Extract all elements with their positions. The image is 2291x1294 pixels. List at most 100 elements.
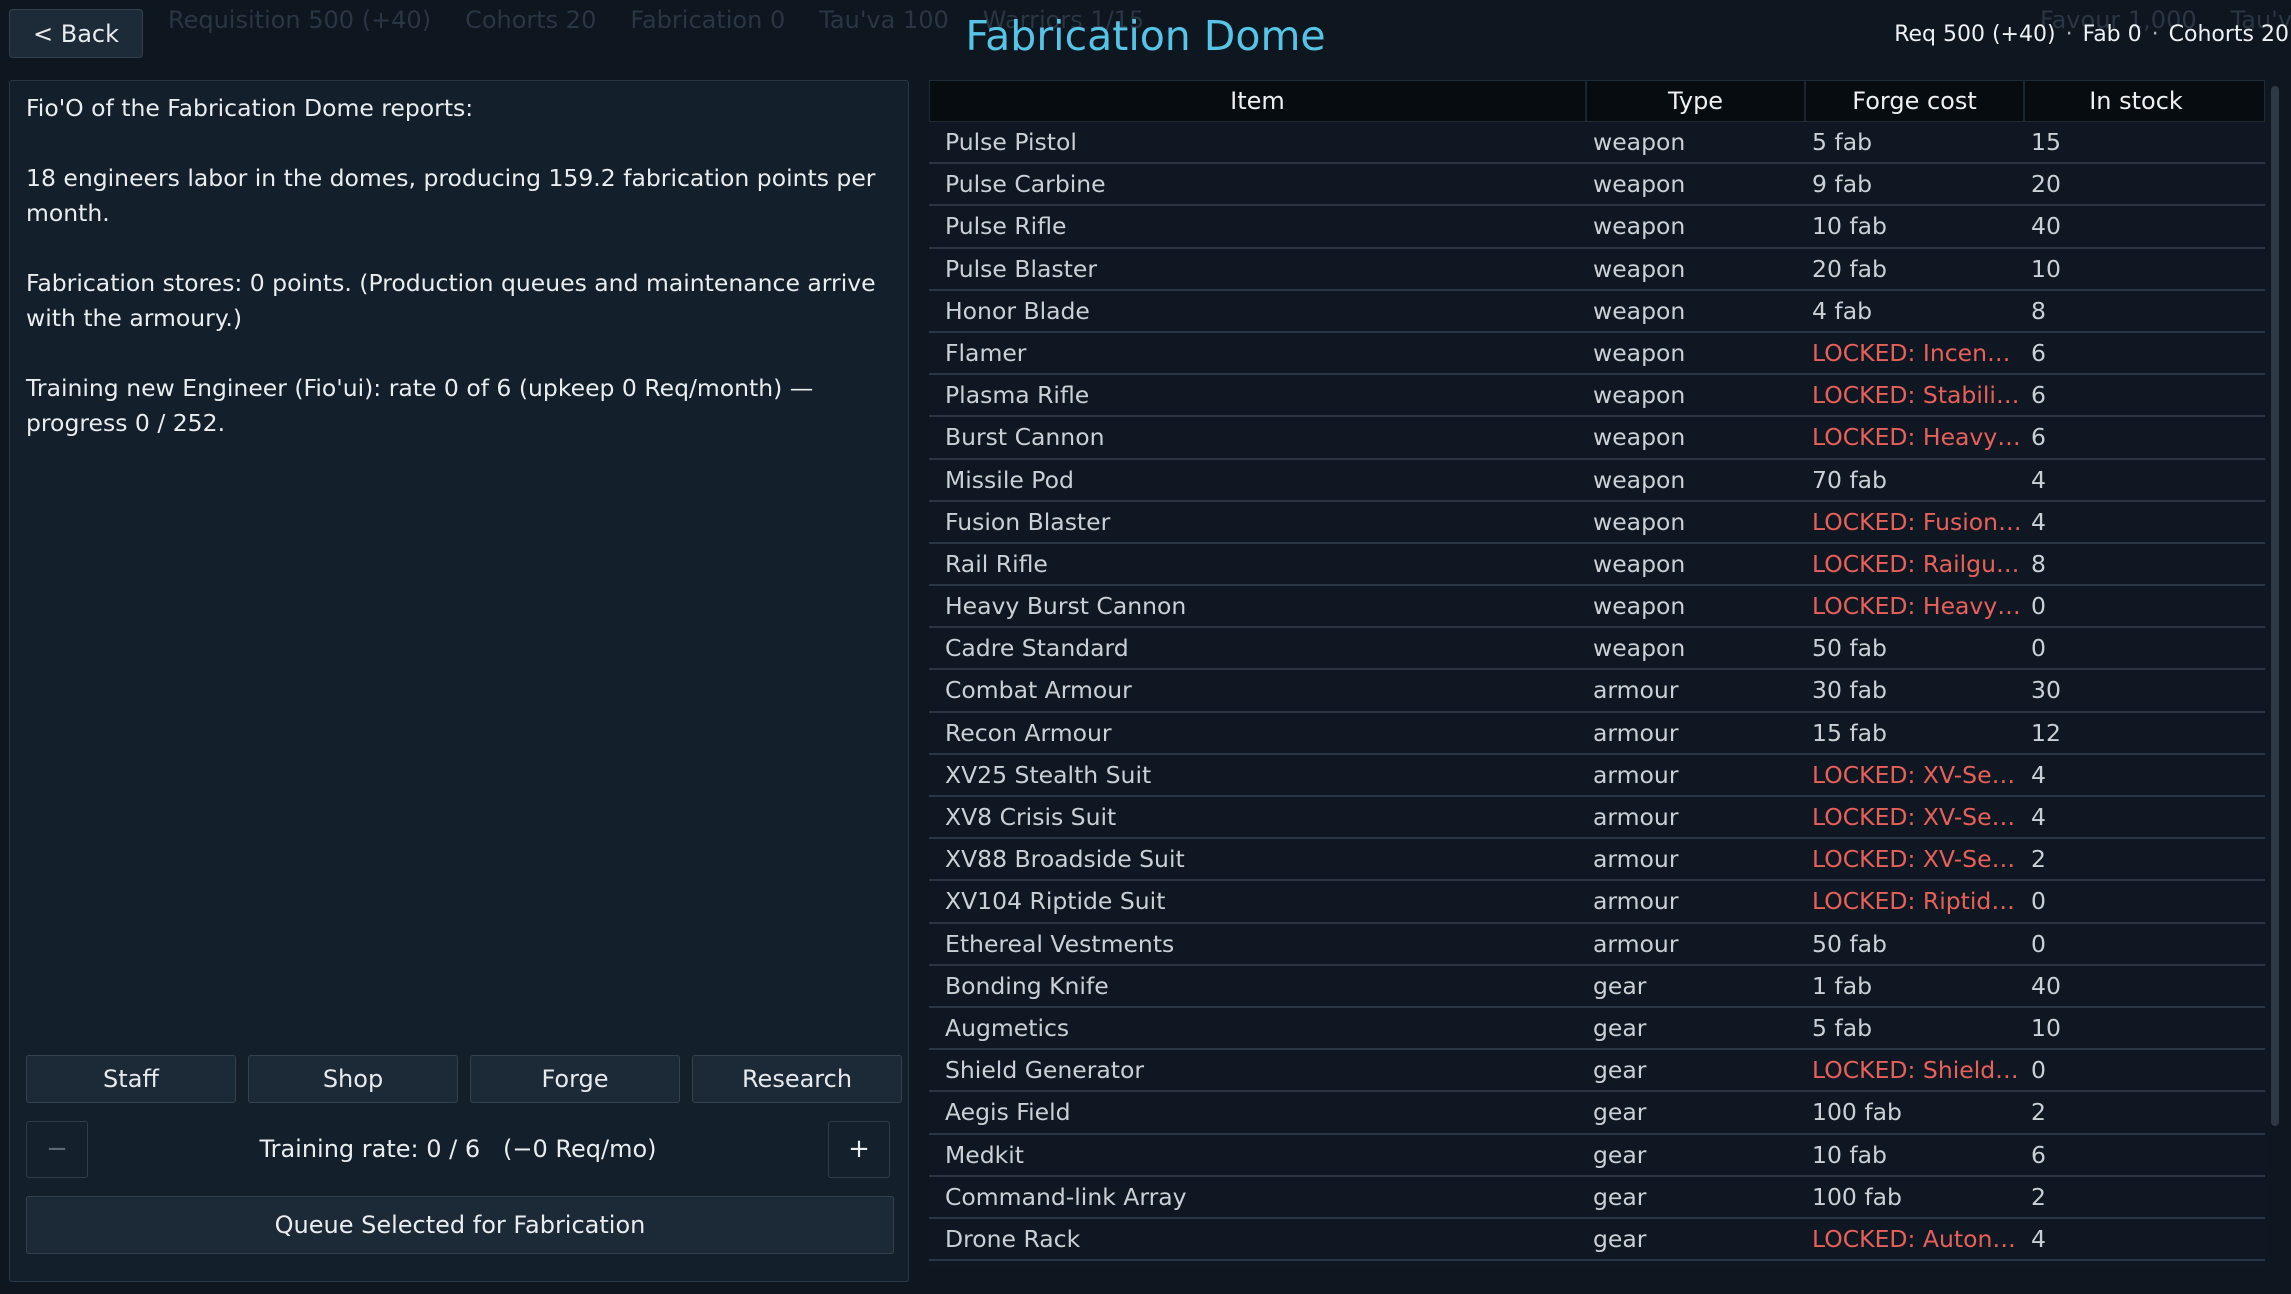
table-row[interactable]: Fusion Blaster weapon LOCKED: Fusion C... 4 bbox=[929, 502, 2265, 544]
in-stock-cell: 4 bbox=[2031, 760, 2046, 789]
forge-cost-cell: LOCKED: XV-Series... bbox=[1812, 803, 2024, 831]
forge-cost-cell: 5 fab bbox=[1812, 1013, 1873, 1042]
table-row[interactable]: Burst Cannon weapon LOCKED: Heavy H... 6 bbox=[929, 417, 2265, 460]
forge-cost-cell: 50 fab bbox=[1812, 634, 1887, 663]
decrease-rate-button[interactable]: − bbox=[26, 1121, 88, 1178]
table-row[interactable]: Heavy Burst Cannon weapon LOCKED: Heavy H.… bbox=[929, 586, 2265, 629]
item-name-cell: Bonding Knife bbox=[945, 971, 1109, 1000]
table-row[interactable]: Pulse Rifle weapon 10 fab 40 bbox=[929, 206, 2265, 249]
forge-cost-cell: LOCKED: Shield M... bbox=[1812, 1056, 2024, 1085]
item-name-cell: XV25 Stealth Suit bbox=[945, 760, 1152, 789]
item-type-cell: weapon bbox=[1593, 423, 1686, 452]
table-row[interactable]: Flamer weapon LOCKED: Incendia... 6 bbox=[929, 333, 2265, 376]
table-row[interactable]: Pulse Carbine weapon 9 fab 20 bbox=[929, 164, 2265, 207]
item-type-cell: weapon bbox=[1593, 170, 1686, 199]
forge-cost-cell: 25 fab bbox=[1805, 1261, 2024, 1266]
in-stock-cell: 4 bbox=[2031, 507, 2046, 536]
table-row[interactable]: XV25 Stealth Suit armour LOCKED: XV-Series… bbox=[929, 755, 2265, 797]
status-req: Req 500 (+40) bbox=[1894, 22, 2056, 47]
table-row[interactable]: XV8 Crisis Suit armour LOCKED: XV-Series..… bbox=[929, 797, 2265, 840]
header-type[interactable]: Type bbox=[1587, 81, 1806, 121]
table-row[interactable]: Combat Armour armour 30 fab 30 bbox=[929, 670, 2265, 713]
header-item[interactable]: Item bbox=[930, 81, 1587, 121]
item-name-cell: Pulse Carbine bbox=[945, 170, 1106, 199]
table-row[interactable]: Pulse Blaster weapon 20 fab 10 bbox=[929, 249, 2265, 291]
in-stock-cell: 0 bbox=[2031, 929, 2046, 958]
table-row[interactable]: Command-link Array gear 100 fab 2 bbox=[929, 1177, 2265, 1219]
status-bar: Req 500 (+40) · Fab 0 · Cohorts 20 bbox=[1894, 22, 2289, 47]
item-name-cell: Aegis Field bbox=[945, 1098, 1071, 1127]
table-row[interactable]: Bonding Knife gear 1 fab 40 bbox=[929, 966, 2265, 1008]
header-forge-cost[interactable]: Forge cost bbox=[1806, 81, 2025, 121]
table-row[interactable]: Shield Generator gear LOCKED: Shield M... 0 bbox=[929, 1050, 2265, 1093]
table-row[interactable]: XV104 Riptide Suit armour LOCKED: Riptide-… bbox=[929, 881, 2265, 924]
in-stock-cell: 4 bbox=[2031, 1224, 2046, 1253]
table-row[interactable]: Cadre Standard weapon 50 fab 0 bbox=[929, 628, 2265, 671]
item-name-cell: Recon Armour bbox=[945, 718, 1112, 747]
in-stock-cell: 12 bbox=[2031, 718, 2061, 747]
item-name-cell: Jetpack bbox=[929, 1261, 1586, 1266]
report-panel: Fio'O of the Fabrication Dome reports: 1… bbox=[9, 80, 909, 1282]
item-type-cell: armour bbox=[1593, 803, 1679, 831]
in-stock-cell: 15 bbox=[2031, 128, 2061, 156]
item-name-cell: Pulse Rifle bbox=[945, 212, 1067, 241]
item-type-cell: gear bbox=[1593, 1098, 1647, 1127]
tab-research[interactable]: Research bbox=[692, 1055, 902, 1103]
in-stock-cell: 6 bbox=[2031, 338, 2046, 367]
report-engineers: 18 engineers labor in the domes, produci… bbox=[26, 164, 876, 227]
forge-cost-cell: 10 fab bbox=[1812, 1140, 1887, 1169]
in-stock-cell: 4 bbox=[2031, 803, 2046, 831]
header-in-stock[interactable]: In stock bbox=[2025, 81, 2247, 121]
table-row[interactable]: Aegis Field gear 100 fab 2 bbox=[929, 1092, 2265, 1135]
table-row[interactable]: Drone Rack gear LOCKED: Autonom...4 bbox=[929, 1219, 2265, 1262]
table-row[interactable]: Augmetics gear 5 fab 10 bbox=[929, 1008, 2265, 1051]
forge-cost-cell: 30 fab bbox=[1812, 676, 1887, 705]
in-stock-cell: 0 bbox=[2031, 592, 2046, 621]
forge-cost-cell: LOCKED: Autonom... bbox=[1812, 1224, 2024, 1253]
table-row[interactable]: Recon Armour armour 15 fab 12 bbox=[929, 713, 2265, 755]
status-separator: · bbox=[2065, 22, 2073, 47]
back-button[interactable]: < Back bbox=[9, 9, 143, 58]
tab-shop[interactable]: Shop bbox=[248, 1055, 458, 1103]
table-body: Pulse Pistol weapon 5 fab 15 Pulse Carbine we… bbox=[929, 122, 2269, 1266]
in-stock-cell: 0 bbox=[2031, 634, 2046, 663]
in-stock-cell: 10 bbox=[2031, 254, 2061, 283]
table-row[interactable]: Honor Blade weapon 4 fab 8 bbox=[929, 291, 2265, 333]
status-separator: · bbox=[2151, 22, 2159, 47]
table-row[interactable]: Pulse Pistol weapon 5 fab 15 bbox=[929, 122, 2265, 165]
table-row[interactable]: Plasma Rifle weapon LOCKED: Stabilize... 6 bbox=[929, 375, 2265, 418]
item-type-cell: weapon bbox=[1593, 338, 1686, 367]
item-type-cell: weapon bbox=[1593, 381, 1686, 410]
status-fab: Fab 0 bbox=[2082, 22, 2142, 47]
item-name-cell: Fusion Blaster bbox=[945, 507, 1111, 536]
table-row[interactable]: Jetpackmobility25 fab0 bbox=[929, 1261, 2265, 1266]
item-type-cell: gear bbox=[1593, 1056, 1647, 1085]
in-stock-cell: 30 bbox=[2031, 676, 2061, 705]
table-row[interactable]: Rail Rifle weapon LOCKED: Railgun ... 8 bbox=[929, 544, 2265, 587]
table-scrollbar[interactable] bbox=[2271, 86, 2279, 1126]
item-name-cell: Augmetics bbox=[945, 1013, 1070, 1042]
forge-cost-cell: 1 fab bbox=[1812, 971, 1873, 1000]
queue-fabrication-button[interactable]: Queue Selected for Fabrication bbox=[26, 1196, 894, 1254]
in-stock-cell: 6 bbox=[2031, 423, 2046, 452]
in-stock-cell: 10 bbox=[2031, 1013, 2061, 1042]
forge-cost-cell: LOCKED: Stabilize... bbox=[1812, 381, 2024, 410]
item-type-cell: gear bbox=[1593, 971, 1647, 1000]
table-row[interactable]: Missile Pod weapon 70 fab 4 bbox=[929, 460, 2265, 502]
table-row[interactable]: Medkit gear 10 fab 6 bbox=[929, 1135, 2265, 1177]
tab-staff[interactable]: Staff bbox=[26, 1055, 236, 1103]
forge-cost-cell: LOCKED: Fusion C... bbox=[1812, 507, 2024, 536]
increase-rate-button[interactable]: + bbox=[828, 1121, 890, 1178]
tab-forge[interactable]: Forge bbox=[470, 1055, 680, 1103]
item-name-cell: Heavy Burst Cannon bbox=[945, 592, 1187, 621]
item-name-cell: Medkit bbox=[945, 1140, 1025, 1169]
item-name-cell: Burst Cannon bbox=[945, 423, 1105, 452]
forge-cost-cell: 9 fab bbox=[1812, 170, 1873, 199]
items-table: Item Type Forge cost In stock Pulse Pist… bbox=[929, 80, 2269, 1266]
forge-cost-cell: LOCKED: Heavy H... bbox=[1812, 423, 2024, 452]
table-row[interactable]: Ethereal Vestments armour 50 fab 0 bbox=[929, 924, 2265, 966]
item-type-cell: gear bbox=[1593, 1224, 1647, 1253]
table-row[interactable]: XV88 Broadside Suit armour LOCKED: XV-Seri… bbox=[929, 839, 2265, 882]
item-type-cell: weapon bbox=[1593, 465, 1686, 494]
in-stock-cell: 6 bbox=[2031, 1140, 2046, 1169]
